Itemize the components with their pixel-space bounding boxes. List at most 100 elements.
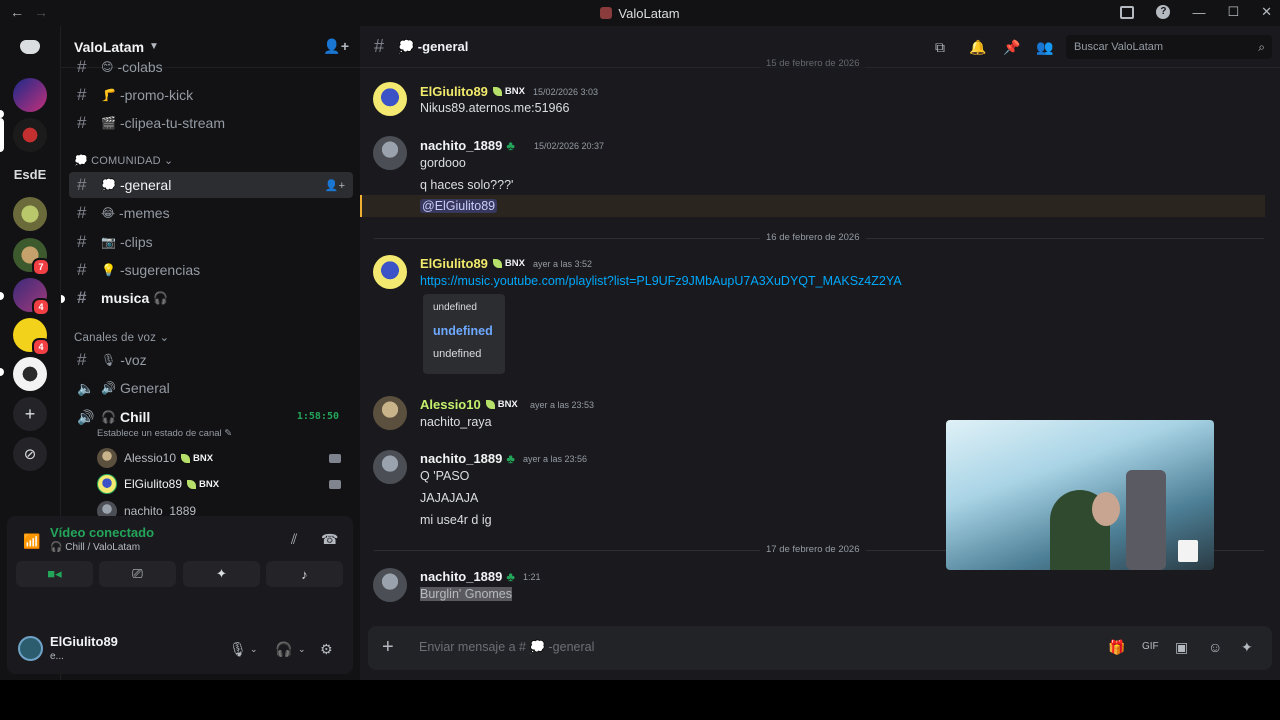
- gift-icon[interactable]: 🎁: [1108, 639, 1125, 656]
- channel-musica[interactable]: # musica 🎧: [61, 285, 353, 311]
- close-button[interactable]: ✕: [1261, 4, 1272, 20]
- message-link[interactable]: https://music.youtube.com/playlist?list=…: [420, 274, 902, 288]
- category-comunidad[interactable]: 💭 COMUNIDAD ⌄: [74, 154, 173, 167]
- composer-placeholder[interactable]: Enviar mensaje a # 💭 -general: [419, 640, 594, 655]
- voice-user[interactable]: ElGiulito89 BNX: [97, 473, 347, 495]
- channel-promo-kick[interactable]: # 🦵 -promo-kick: [69, 82, 353, 108]
- title-bar: ← → ValoLatam ? — ☐ ✕: [0, 0, 1280, 26]
- window-title: ValoLatam: [0, 6, 1280, 21]
- video-cup: [1178, 540, 1198, 562]
- voice-status[interactable]: Vídeo conectado: [50, 525, 154, 540]
- server-icon-7[interactable]: [13, 357, 47, 391]
- message-timestamp: 15/02/2026 3:03: [533, 87, 599, 97]
- message-timestamp: 1:21: [523, 572, 541, 582]
- channel-general[interactable]: # 💭 -general 👤+: [69, 172, 353, 198]
- bell-icon[interactable]: 🔔: [969, 39, 986, 56]
- embed-line: undefined: [433, 348, 482, 360]
- add-server-button[interactable]: +: [13, 397, 47, 431]
- server-icon: [600, 7, 613, 19]
- channel-emoji: 🦵: [101, 88, 116, 102]
- embed-title[interactable]: undefined: [433, 324, 493, 338]
- message-author[interactable]: nachito_1889 ♣: [420, 138, 515, 153]
- user-name[interactable]: ElGiulito89: [50, 634, 118, 649]
- activities-button[interactable]: ✦: [183, 561, 260, 587]
- video-popout[interactable]: [946, 420, 1214, 570]
- pin-icon[interactable]: 📌: [1003, 39, 1020, 56]
- inbox-icon[interactable]: [1120, 5, 1135, 19]
- unread-badge: 4: [32, 298, 50, 316]
- disconnect-icon[interactable]: ☎: [321, 531, 338, 548]
- server-esde[interactable]: EsdE: [13, 157, 47, 191]
- screen-share-button[interactable]: ⎚: [99, 561, 176, 587]
- message-timestamp: 15/02/2026 20:37: [534, 141, 605, 151]
- leaf-icon: [187, 479, 197, 489]
- sticker-icon[interactable]: ▣: [1175, 639, 1188, 656]
- message-composer[interactable]: + Enviar mensaje a # 💭 -general 🎁 GIF ▣ …: [368, 626, 1272, 670]
- signal-icon[interactable]: 📶: [23, 533, 40, 550]
- avatar[interactable]: [373, 568, 407, 602]
- add-member-icon[interactable]: 👤+: [323, 38, 349, 55]
- category-label: COMUNIDAD: [91, 155, 161, 167]
- channel-clipea-tu-stream[interactable]: # 🎬 -clipea-tu-stream: [69, 110, 353, 136]
- avatar[interactable]: [373, 396, 407, 430]
- user-avatar[interactable]: [18, 636, 43, 661]
- voice-channel-chill[interactable]: 🔊 🎧 Chill 1:58:50: [69, 404, 353, 430]
- message-author[interactable]: ElGiulito89 BNX: [420, 84, 525, 99]
- server-icon-elgiulito[interactable]: [13, 78, 47, 112]
- channel-memes[interactable]: # 😂 -memes: [69, 200, 353, 226]
- guild-tag-text: BNX: [497, 399, 518, 410]
- camera-button[interactable]: ■◂: [16, 561, 93, 587]
- avatar[interactable]: [373, 450, 407, 484]
- chevron-down-icon[interactable]: ⌄: [298, 644, 306, 655]
- guild-tag-text: BNX: [504, 86, 525, 97]
- guild-tag: BNX: [181, 453, 213, 464]
- avatar[interactable]: [373, 136, 407, 170]
- server-icon-valolatam[interactable]: [13, 118, 47, 152]
- voice-channel-general[interactable]: 🔈 🔊 General: [69, 375, 353, 401]
- channel-sugerencias[interactable]: # 💡 -sugerencias: [69, 257, 353, 283]
- embed-line: undefined: [433, 302, 477, 313]
- voice-status-hint[interactable]: Establece un estado de canal ✎: [97, 428, 232, 439]
- chevron-down-icon[interactable]: ⌄: [250, 644, 258, 655]
- help-icon[interactable]: ?: [1156, 5, 1171, 19]
- microphone-icon[interactable]: 🎙: [229, 641, 247, 658]
- explore-servers-button[interactable]: ⊘: [13, 437, 47, 471]
- minimize-button[interactable]: —: [1192, 5, 1205, 20]
- message-author[interactable]: ElGiulito89 BNX: [420, 256, 525, 271]
- settings-gear-icon[interactable]: ⚙: [320, 641, 333, 658]
- maximize-button[interactable]: ☐: [1227, 4, 1239, 20]
- guild-tag-text: BNX: [504, 258, 525, 269]
- message-author[interactable]: nachito_1889 ♣: [420, 569, 515, 584]
- channel-clips[interactable]: # 📷 -clips: [69, 229, 353, 255]
- speaker-active-icon: 🔊: [77, 408, 95, 425]
- headphones-icon[interactable]: 🎧: [275, 641, 292, 658]
- user-mention[interactable]: @ElGiulito89: [420, 199, 498, 213]
- channel-colabs[interactable]: # 😊 -colabs: [69, 56, 353, 78]
- threads-icon[interactable]: ⧉: [935, 39, 945, 56]
- author-name: nachito_1889: [420, 138, 503, 153]
- voice-connection-panel: 📶 Vídeo conectado 🎧 Chill / ValoLatam ⫽ …: [7, 516, 353, 624]
- voice-user[interactable]: Alessio10 BNX: [97, 447, 347, 469]
- noise-suppression-icon[interactable]: ⫽: [291, 531, 297, 548]
- link-embed[interactable]: undefined undefined undefined: [423, 294, 505, 374]
- direct-messages-button[interactable]: [13, 30, 47, 64]
- soundboard-button[interactable]: ♪: [266, 561, 343, 587]
- invite-icon[interactable]: 👤+: [325, 179, 345, 192]
- add-attachment-icon[interactable]: +: [382, 636, 394, 659]
- avatar[interactable]: [373, 82, 407, 116]
- message-author[interactable]: Alessio10 BNX: [420, 397, 518, 412]
- apps-icon[interactable]: ✦: [1241, 639, 1253, 656]
- gif-icon[interactable]: GIF: [1142, 641, 1159, 652]
- channel-voz[interactable]: # 🎙 -voz: [69, 347, 353, 373]
- avatar[interactable]: [373, 255, 407, 289]
- server-icon-shrek[interactable]: [13, 197, 47, 231]
- hash-icon: #: [77, 350, 87, 369]
- author-name: Alessio10: [420, 397, 481, 412]
- emoji-icon[interactable]: ☺: [1208, 639, 1222, 655]
- channel-label: -clips: [119, 234, 153, 250]
- search-input[interactable]: Buscar ValoLatam ⌕: [1066, 35, 1272, 59]
- members-icon[interactable]: 👥: [1036, 39, 1053, 56]
- message-author[interactable]: nachito_1889 ♣: [420, 451, 515, 466]
- category-voz[interactable]: Canales de voz ⌄: [74, 330, 169, 344]
- voice-location[interactable]: 🎧 Chill / ValoLatam: [50, 542, 140, 553]
